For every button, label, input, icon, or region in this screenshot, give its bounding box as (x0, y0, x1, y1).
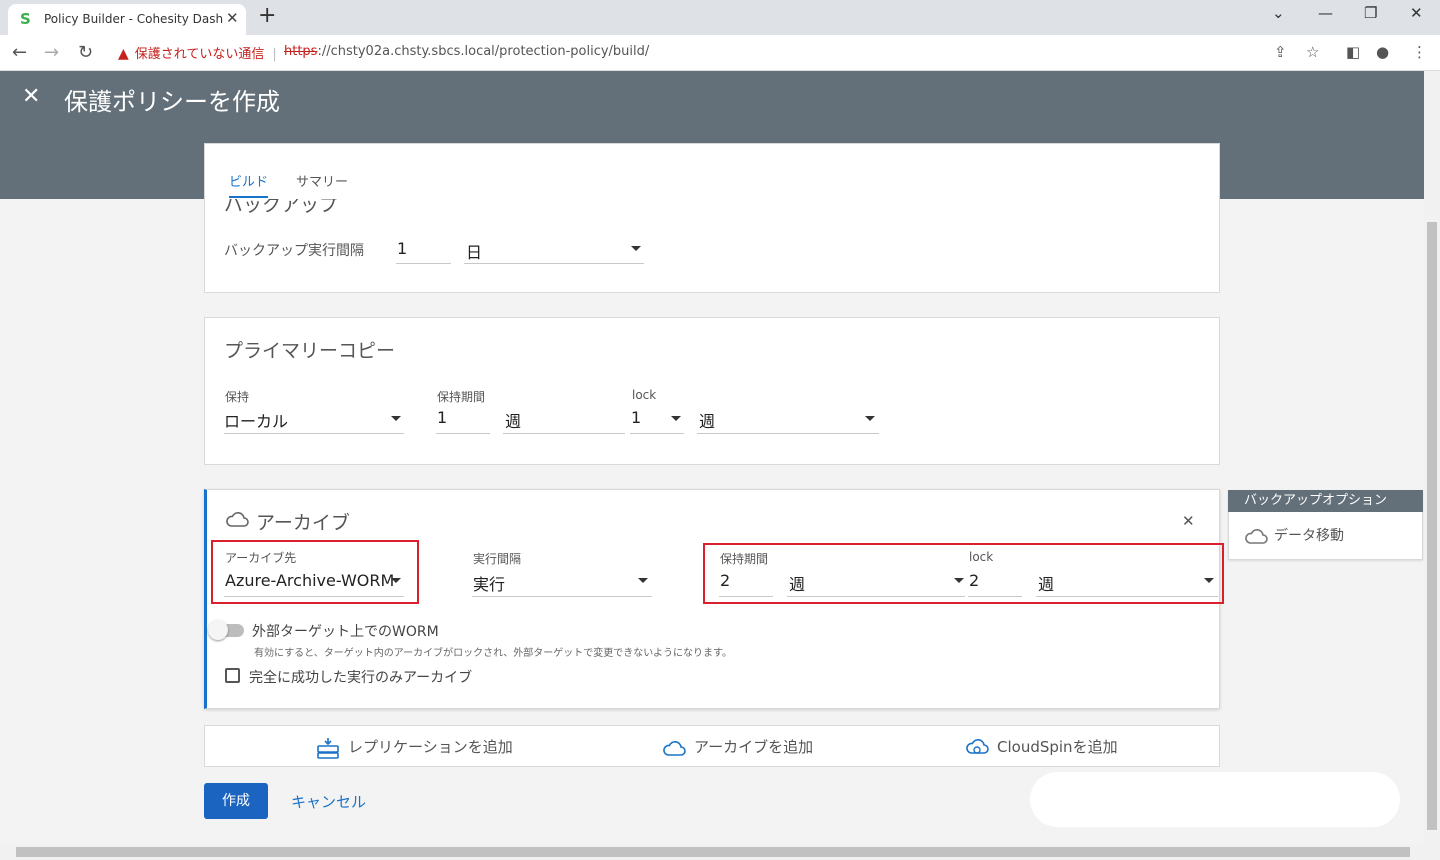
window-close-icon[interactable]: ✕ (1410, 4, 1423, 22)
archive-dest-underline (224, 596, 404, 597)
add-cloudspin-label: CloudSpinを追加 (997, 738, 1118, 756)
lock-unit-select[interactable]: 週 (699, 408, 715, 432)
archive-lock-unit-select[interactable]: 週 (1038, 571, 1054, 595)
archive-period-unit-select[interactable]: 週 (789, 571, 805, 595)
add-archive-label: アーカイブを追加 (694, 738, 814, 756)
warning-icon: ▲ (118, 46, 129, 62)
tab-summary[interactable]: サマリー (296, 171, 348, 190)
remove-archive-icon[interactable]: ✕ (1182, 512, 1195, 530)
highlight-box-retention (703, 543, 1224, 604)
add-archive-button[interactable]: アーカイブを追加 (662, 736, 813, 757)
forward-icon[interactable]: → (44, 42, 59, 63)
close-tab-icon[interactable]: ✕ (226, 9, 239, 27)
success-only-checkbox[interactable] (225, 668, 240, 683)
url-rest: ://chsty02a.chsty.sbcs.local/protection-… (317, 44, 650, 59)
lock-unit-underline (697, 433, 879, 434)
add-replication-label: レプリケーションを追加 (348, 738, 513, 756)
lock-select[interactable]: 1 (631, 408, 641, 427)
worm-label: 外部ターゲット上でのWORM (252, 624, 439, 640)
share-icon[interactable]: ⇪ (1274, 43, 1287, 61)
new-tab-icon[interactable]: + (258, 3, 276, 28)
chevron-down-icon[interactable] (391, 578, 401, 583)
backup-options-title: バックアップオプション (1228, 490, 1423, 512)
chevron-down-icon[interactable] (865, 416, 875, 421)
cloud-icon (662, 738, 694, 756)
archive-period-input[interactable]: 2 (720, 571, 730, 590)
archive-title: アーカイブ (256, 512, 350, 534)
bookmark-star-icon[interactable]: ☆ (1306, 43, 1319, 61)
archive-lock-unit-underline (1036, 596, 1218, 597)
archive-dest-select[interactable]: Azure-Archive-WORM (225, 571, 394, 590)
archive-interval-underline (472, 596, 652, 597)
vertical-scrollbar-thumb[interactable] (1427, 222, 1437, 830)
chevron-down-icon[interactable] (954, 578, 964, 583)
period-unit[interactable]: 週 (505, 408, 521, 432)
archive-lock-input[interactable]: 2 (969, 571, 979, 590)
backup-unit-underline (464, 263, 644, 264)
lock-underline (630, 433, 684, 434)
insecure-warning[interactable]: ▲ 保護されていない通信 | (118, 43, 277, 62)
add-cloudspin-button[interactable]: CloudSpinを追加 (965, 736, 1118, 758)
archive-dest-label: アーカイブ先 (225, 551, 297, 565)
period-input[interactable]: 1 (437, 408, 447, 427)
chevron-down-icon[interactable] (638, 578, 648, 583)
replication-icon (316, 737, 348, 759)
worm-description: 有効にすると、ターゲット内のアーカイブがロックされ、外部ターゲットで変更できない… (254, 648, 732, 659)
period-label: 保持期間 (437, 390, 486, 404)
chevron-down-icon[interactable] (631, 246, 641, 251)
browser-menu-icon[interactable]: ⋮ (1412, 43, 1427, 61)
lock-label: lock (632, 388, 657, 402)
cloudspin-icon (965, 738, 997, 756)
create-button[interactable]: 作成 (204, 783, 268, 819)
period-underline (436, 433, 490, 434)
archive-lock-underline (968, 596, 1022, 597)
archive-period-unit-underline (787, 596, 965, 597)
archive-lock-label: lock (969, 550, 994, 564)
period-unit-underline (503, 433, 625, 434)
archive-interval-label: 実行間隔 (473, 552, 522, 566)
backup-interval-label: バックアップ実行間隔 (224, 243, 364, 259)
restore-icon[interactable]: ❐ (1364, 4, 1377, 22)
browser-tab[interactable]: S Policy Builder - Cohesity Dashboard ✕ (8, 4, 246, 35)
chevron-down-icon[interactable] (391, 416, 401, 421)
retain-select[interactable]: ローカル (224, 408, 288, 432)
insecure-label: 保護されていない通信 (134, 47, 265, 62)
tab-build[interactable]: ビルド (229, 171, 269, 198)
cloud-icon (1244, 528, 1274, 544)
chevron-down-icon[interactable] (671, 416, 681, 421)
success-only-label: 完全に成功した実行のみアーカイブ (249, 670, 473, 686)
browser-tab-title: Policy Builder - Cohesity Dashboard (44, 12, 224, 26)
reload-icon[interactable]: ↻ (78, 42, 93, 63)
archive-interval-select[interactable]: 実行 (473, 571, 505, 595)
back-icon[interactable]: ← (12, 42, 27, 63)
worm-toggle-knob[interactable] (208, 620, 228, 640)
cancel-button[interactable]: キャンセル (291, 791, 366, 812)
backup-interval-underline (396, 263, 451, 264)
cohesity-favicon-icon: S (20, 10, 31, 28)
backup-interval-input[interactable]: 1 (397, 239, 407, 258)
tab-search-icon[interactable]: ⌄ (1272, 4, 1285, 22)
builder-tabs-card (204, 143, 1220, 199)
side-panel-icon[interactable]: ◧ (1346, 43, 1360, 61)
cloud-icon (225, 510, 249, 532)
close-icon[interactable]: ✕ (22, 84, 40, 109)
add-replication-button[interactable]: レプリケーションを追加 (316, 736, 513, 759)
horizontal-scrollbar-thumb[interactable] (16, 847, 1410, 857)
redacted-area (1030, 772, 1400, 827)
backup-interval-unit-select[interactable]: 日 (466, 239, 482, 263)
chevron-down-icon[interactable] (1204, 578, 1214, 583)
primary-copy-title: プライマリーコピー (224, 340, 396, 362)
page-title: 保護ポリシーを作成 (64, 88, 280, 116)
data-migration-label: データ移動 (1274, 528, 1344, 544)
url-text[interactable]: https://chsty02a.chsty.sbcs.local/protec… (284, 44, 649, 59)
archive-period-underline (719, 596, 773, 597)
profile-avatar-icon[interactable]: ● (1376, 43, 1389, 61)
retain-label: 保持 (225, 390, 250, 404)
url-scheme: https (284, 44, 318, 59)
minimize-icon[interactable]: — (1318, 4, 1333, 22)
archive-period-label: 保持期間 (720, 552, 769, 566)
data-migration-option[interactable]: データ移動 (1244, 525, 1344, 545)
retain-underline (224, 433, 404, 434)
